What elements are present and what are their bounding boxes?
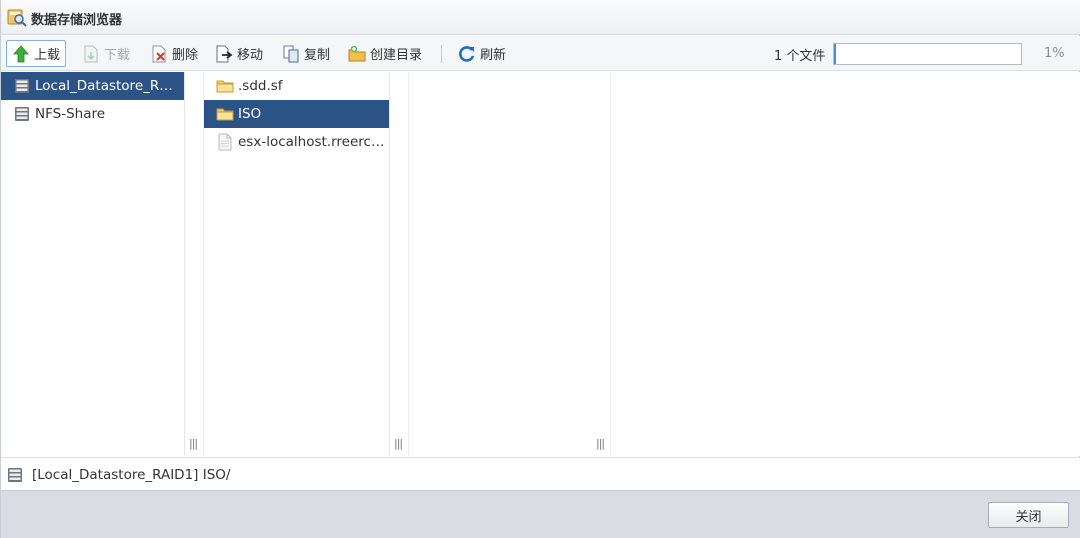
- copy-icon: [283, 45, 299, 62]
- refresh-button[interactable]: 刷新: [452, 40, 512, 67]
- datastore-icon: [13, 105, 31, 123]
- folder-pane: .sdd.sf ISO esx-localhost.rreerc…: [204, 72, 390, 456]
- delete-icon: [152, 45, 166, 62]
- close-button[interactable]: 关闭: [988, 502, 1069, 528]
- datastore-icon: [13, 77, 31, 95]
- title-bar: 数据存储浏览器: [1, 0, 1080, 35]
- move-icon: [216, 45, 233, 62]
- download-label: 下载: [104, 48, 131, 63]
- datastore-browser-window: 数据存储浏览器 上载 下载 删除 移动 复制 创建目录 刷新 1 个文件 1% …: [0, 0, 1080, 538]
- datastore-icon: [8, 468, 22, 482]
- splitter-grip-icon[interactable]: |||: [596, 437, 605, 450]
- toolbar-separator: [441, 45, 442, 63]
- toolbar: 上载 下载 删除 移动 复制 创建目录 刷新 1 个文件 1%: [1, 36, 1080, 71]
- detail-pane: [611, 72, 1080, 456]
- delete-button[interactable]: 删除: [144, 40, 204, 67]
- datastore-browser-icon: [7, 9, 27, 27]
- list-item-label: NFS-Share: [35, 106, 106, 122]
- datastore-pane: Local_Datastore_R… NFS-Share: [1, 72, 185, 456]
- folder-icon: [216, 105, 234, 123]
- file-count: 1 个文件: [774, 49, 826, 64]
- browser-panes: Local_Datastore_R… NFS-Share ||| .sdd.sf I…: [1, 72, 1080, 456]
- file-icon: [216, 133, 234, 151]
- new-folder-icon: [348, 45, 366, 61]
- window-title: 数据存储浏览器: [31, 13, 123, 28]
- progress-percent: 1%: [1044, 46, 1065, 61]
- upload-arrow-icon: [13, 44, 29, 62]
- create-directory-label: 创建目录: [370, 48, 423, 63]
- download-button[interactable]: 下载: [76, 40, 136, 67]
- delete-label: 删除: [172, 48, 199, 63]
- pane-splitter[interactable]: |||: [592, 72, 611, 456]
- progress-fill: [834, 44, 836, 64]
- create-directory-button[interactable]: 创建目录: [342, 40, 428, 67]
- splitter-grip-icon[interactable]: |||: [189, 437, 198, 450]
- move-label: 移动: [237, 48, 264, 63]
- folder-icon: [216, 77, 234, 95]
- move-button[interactable]: 移动: [209, 40, 269, 67]
- copy-label: 复制: [304, 48, 331, 63]
- refresh-icon: [459, 45, 475, 62]
- upload-progress-bar: [833, 43, 1022, 65]
- list-item-label: esx-localhost.rreerc…: [238, 134, 385, 150]
- path-bar: [Local_Datastore_RAID1] ISO/: [1, 457, 1080, 490]
- list-item[interactable]: ISO: [204, 100, 389, 128]
- list-item-label: ISO: [238, 106, 262, 122]
- pane-splitter[interactable]: |||: [390, 72, 409, 456]
- list-item[interactable]: .sdd.sf: [204, 72, 389, 100]
- copy-button[interactable]: 复制: [276, 40, 336, 67]
- subfolder-pane: [409, 72, 593, 456]
- list-item-label: Local_Datastore_R…: [35, 78, 173, 94]
- upload-button[interactable]: 上载: [6, 40, 67, 67]
- splitter-grip-icon[interactable]: |||: [394, 437, 403, 450]
- upload-label: 上载: [34, 48, 61, 63]
- dialog-footer: 关闭: [1, 490, 1080, 538]
- refresh-label: 刷新: [480, 48, 507, 63]
- current-path: [Local_Datastore_RAID1] ISO/: [32, 467, 231, 483]
- pane-splitter[interactable]: |||: [185, 72, 204, 456]
- list-item-label: .sdd.sf: [238, 78, 283, 94]
- list-item[interactable]: esx-localhost.rreerc…: [204, 128, 389, 156]
- list-item[interactable]: NFS-Share: [1, 100, 184, 128]
- download-icon: [84, 45, 98, 62]
- list-item[interactable]: Local_Datastore_R…: [1, 72, 184, 100]
